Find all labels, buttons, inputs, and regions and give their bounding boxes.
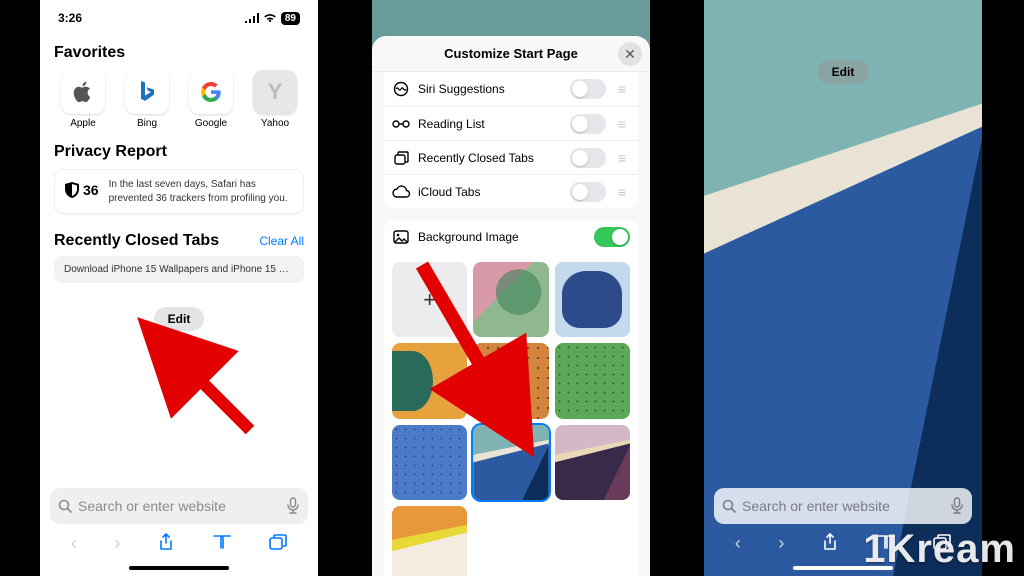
- search-icon: [58, 499, 72, 513]
- background-thumb[interactable]: [555, 425, 630, 500]
- background-add-button[interactable]: +: [392, 262, 467, 337]
- recently-closed-item[interactable]: Download iPhone 15 Wallpapers and iPhone…: [54, 256, 304, 283]
- search-bar[interactable]: Search or enter website: [50, 488, 308, 524]
- option-row-recently-closed[interactable]: Recently Closed Tabs ≡: [384, 140, 638, 174]
- phone-screenshot-3: 3:27 88 Edit Search or enter website ‹ ›: [704, 0, 982, 576]
- phone-screenshot-2: 3:27 88 Customize Start Page ✕ Siri Sugg…: [372, 0, 650, 576]
- toggle[interactable]: [570, 182, 606, 202]
- search-bar[interactable]: Search or enter website: [714, 488, 972, 524]
- option-row-reading[interactable]: Reading List ≡: [384, 106, 638, 140]
- options-list: Siri Suggestions ≡ Reading List ≡ Recent…: [384, 72, 638, 208]
- yahoo-icon: Y: [253, 70, 297, 114]
- background-thumb[interactable]: [473, 262, 548, 337]
- cloud-icon: [392, 186, 410, 198]
- favorite-label: Google: [195, 118, 227, 129]
- glasses-icon: [392, 119, 410, 129]
- siri-icon: [392, 81, 410, 97]
- privacy-blurb: In the last seven days, Safari has preve…: [109, 178, 293, 205]
- toggle[interactable]: [570, 79, 606, 99]
- stack-icon: [392, 150, 410, 166]
- privacy-heading: Privacy Report: [54, 143, 304, 161]
- mic-icon[interactable]: [950, 497, 964, 515]
- option-label: Background Image: [418, 230, 586, 244]
- bing-icon: [138, 81, 156, 103]
- background-thumb[interactable]: [555, 343, 630, 418]
- background-thumb[interactable]: [473, 343, 548, 418]
- share-button[interactable]: [822, 533, 838, 554]
- toggle[interactable]: [570, 148, 606, 168]
- mic-icon[interactable]: [286, 497, 300, 515]
- home-indicator[interactable]: [793, 566, 893, 570]
- status-bar: 3:26 89: [40, 0, 318, 30]
- favorite-apple[interactable]: Apple: [54, 70, 112, 129]
- toggle[interactable]: [570, 114, 606, 134]
- background-thumb[interactable]: [392, 425, 467, 500]
- status-time: 3:26: [58, 11, 82, 25]
- tabs-button[interactable]: [933, 534, 951, 553]
- drag-handle-icon[interactable]: ≡: [614, 150, 630, 166]
- clear-all-link[interactable]: Clear All: [259, 234, 304, 248]
- back-button[interactable]: ‹: [71, 534, 77, 552]
- favorite-bing[interactable]: Bing: [118, 70, 176, 129]
- phone-screenshot-1: 3:26 89 Favorites Apple Bing Google Y: [40, 0, 318, 576]
- wifi-icon: [263, 13, 277, 23]
- sheet-title: Customize Start Page: [444, 46, 578, 61]
- option-row-icloud[interactable]: iCloud Tabs ≡: [384, 174, 638, 208]
- option-label: Reading List: [418, 117, 562, 131]
- option-row-siri[interactable]: Siri Suggestions ≡: [384, 72, 638, 106]
- recently-heading: Recently Closed Tabs: [54, 232, 219, 250]
- forward-button[interactable]: ›: [114, 534, 120, 552]
- privacy-count: 36: [83, 182, 99, 198]
- background-thumb[interactable]: [392, 506, 467, 576]
- search-placeholder: Search or enter website: [742, 498, 944, 514]
- instruction-arrow-icon: [170, 350, 270, 450]
- favorite-yahoo[interactable]: Y Yahoo: [246, 70, 304, 129]
- toggle[interactable]: [594, 227, 630, 247]
- drag-handle-icon[interactable]: ≡: [614, 81, 630, 97]
- background-thumb[interactable]: [555, 262, 630, 337]
- favorite-label: Apple: [70, 118, 96, 129]
- drag-handle-icon[interactable]: ≡: [614, 116, 630, 132]
- tabs-button[interactable]: [269, 534, 287, 553]
- background-section: Background Image +: [384, 220, 638, 576]
- favorite-label: Yahoo: [261, 118, 289, 129]
- google-icon: [201, 82, 221, 102]
- favorites-row: Apple Bing Google Y Yahoo: [54, 70, 304, 129]
- search-placeholder: Search or enter website: [78, 498, 280, 514]
- option-label: iCloud Tabs: [418, 185, 562, 199]
- option-label: Siri Suggestions: [418, 82, 562, 96]
- home-indicator[interactable]: [129, 566, 229, 570]
- shield-icon: [65, 182, 79, 198]
- background-thumb-selected[interactable]: [473, 425, 548, 500]
- bookmarks-button[interactable]: [876, 534, 896, 553]
- privacy-card[interactable]: 36 In the last seven days, Safari has pr…: [54, 169, 304, 214]
- battery-percent: 89: [281, 12, 300, 25]
- favorite-label: Bing: [137, 118, 157, 129]
- bookmarks-button[interactable]: [212, 534, 232, 553]
- drag-handle-icon[interactable]: ≡: [614, 184, 630, 200]
- favorites-heading: Favorites: [54, 44, 304, 62]
- apple-icon: [73, 81, 93, 103]
- edit-float-wrap: Edit: [818, 60, 869, 84]
- browser-toolbar: ‹ ›: [50, 524, 308, 562]
- forward-button[interactable]: ›: [778, 534, 784, 552]
- browser-toolbar: ‹ ›: [714, 524, 972, 562]
- edit-button[interactable]: Edit: [154, 307, 205, 331]
- back-button[interactable]: ‹: [735, 534, 741, 552]
- image-icon: [392, 230, 410, 244]
- edit-button[interactable]: Edit: [818, 60, 869, 84]
- option-label: Recently Closed Tabs: [418, 151, 562, 165]
- search-icon: [722, 499, 736, 513]
- option-row-background[interactable]: Background Image: [384, 220, 638, 254]
- background-thumb[interactable]: [392, 343, 467, 418]
- share-button[interactable]: [158, 533, 174, 554]
- customize-sheet: Customize Start Page ✕ Siri Suggestions …: [372, 36, 650, 576]
- signal-icon: [245, 13, 259, 23]
- favorite-google[interactable]: Google: [182, 70, 240, 129]
- background-grid: +: [392, 262, 630, 576]
- close-button[interactable]: ✕: [618, 42, 642, 66]
